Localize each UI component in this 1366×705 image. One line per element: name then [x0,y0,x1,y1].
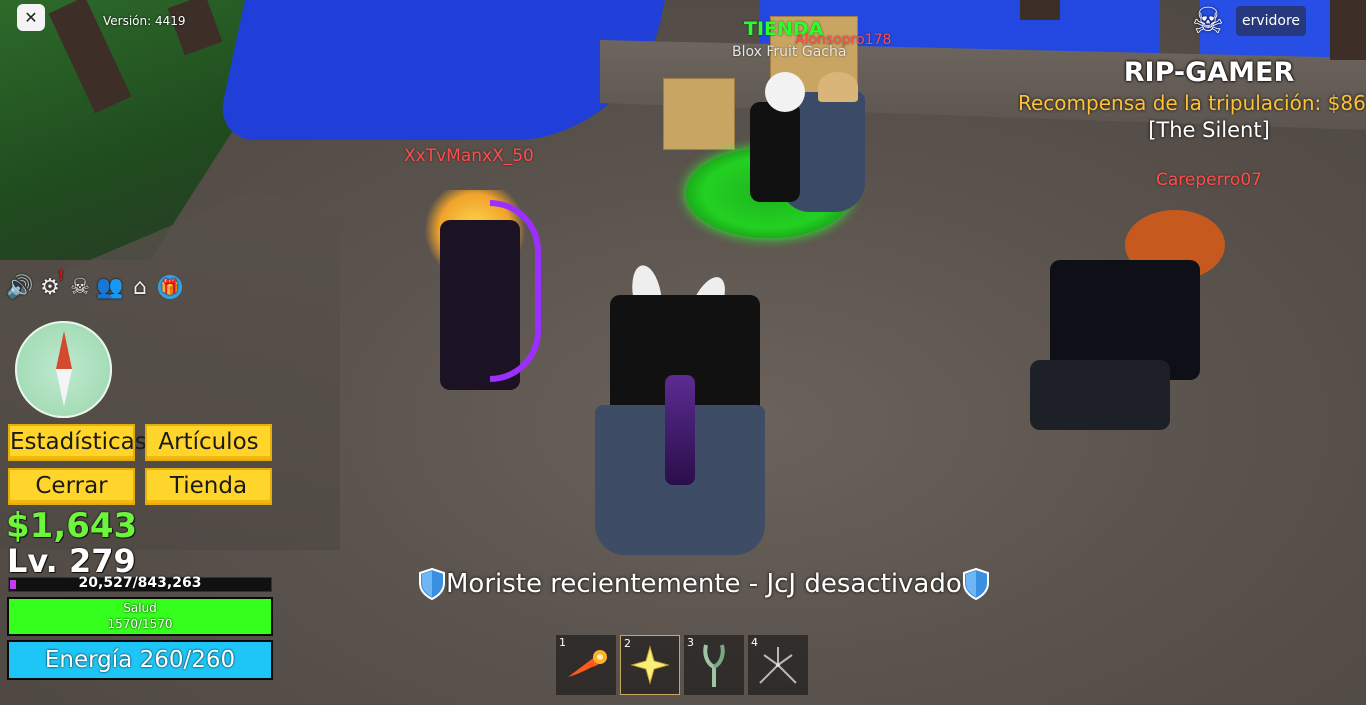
claw-icon [748,635,808,695]
xp-bar: 20,527/843,263 [8,575,272,592]
shield-icon [962,568,989,600]
servers-button[interactable]: ervidore [1236,6,1306,36]
other-player[interactable] [1010,210,1230,435]
speaker-icon[interactable]: 🔊 [6,273,33,301]
gift-icon[interactable]: 🎁 [158,275,182,299]
hotbar-slot-4[interactable]: 4 [748,635,808,695]
jolly-roger-icon[interactable]: ☠ [68,273,92,301]
shop-button[interactable]: Tienda [145,468,272,505]
close-menu-button[interactable]: Cerrar [8,468,135,505]
health-label: Salud [123,601,157,615]
pvp-notice-text: Moriste recientemente - JcJ desactivado [446,569,962,599]
crew-title: [The Silent] [1148,118,1270,142]
crew-name: RIP-GAMER [1123,57,1295,88]
shop-npc-name: Blox Fruit Gacha [732,44,847,60]
energy-text: Energía 260/260 [44,647,236,673]
stats-button[interactable]: Estadísticas [8,424,147,461]
shop-npc[interactable] [750,72,870,212]
star-icon [621,636,679,694]
money-display: $1,643 [6,506,138,546]
hotbar: 1 2 3 4 [556,635,808,695]
fire-fruit-icon [556,635,616,695]
compass [15,321,112,418]
health-value: 1570/1570 [107,617,173,631]
quick-icon-bar: 🔊 ⚙! ☠ 👥 ⌂ 🎁 [6,269,182,302]
compass-needle-south [56,369,72,407]
tree-trunk [1330,0,1366,60]
jolly-roger-icon: ☠ [1191,1,1225,42]
items-button[interactable]: Artículos [145,424,272,461]
version-label: Versión: 4419 [103,14,186,28]
slingshot-icon [684,635,744,695]
close-button[interactable]: ✕ [17,4,45,31]
tree-trunk [1020,0,1060,20]
pvp-notice: Moriste recientemente - JcJ desactivado [418,566,990,602]
other-player[interactable] [395,180,555,395]
crew-icon[interactable]: 👥 [96,273,123,301]
shield-icon [419,568,445,600]
player-nametag: Careperro07 [1156,170,1262,190]
xp-text: 20,527/843,263 [78,575,202,591]
health-bar: Salud 1570/1570 [7,597,273,636]
energy-bar: Energía 260/260 [7,640,273,680]
main-player [565,255,795,565]
player-nametag: XxTvManxX_50 [404,146,534,166]
shop-crate [663,78,735,150]
gear-icon[interactable]: ⚙! [38,269,64,301]
crew-bounty: Recompensa de la tripulación: $861, [1018,91,1366,115]
home-icon[interactable]: ⌂ [128,273,152,301]
hotbar-slot-2[interactable]: 2 [620,635,680,695]
hotbar-slot-1[interactable]: 1 [556,635,616,695]
hotbar-slot-3[interactable]: 3 [684,635,744,695]
compass-needle-north [56,331,72,369]
